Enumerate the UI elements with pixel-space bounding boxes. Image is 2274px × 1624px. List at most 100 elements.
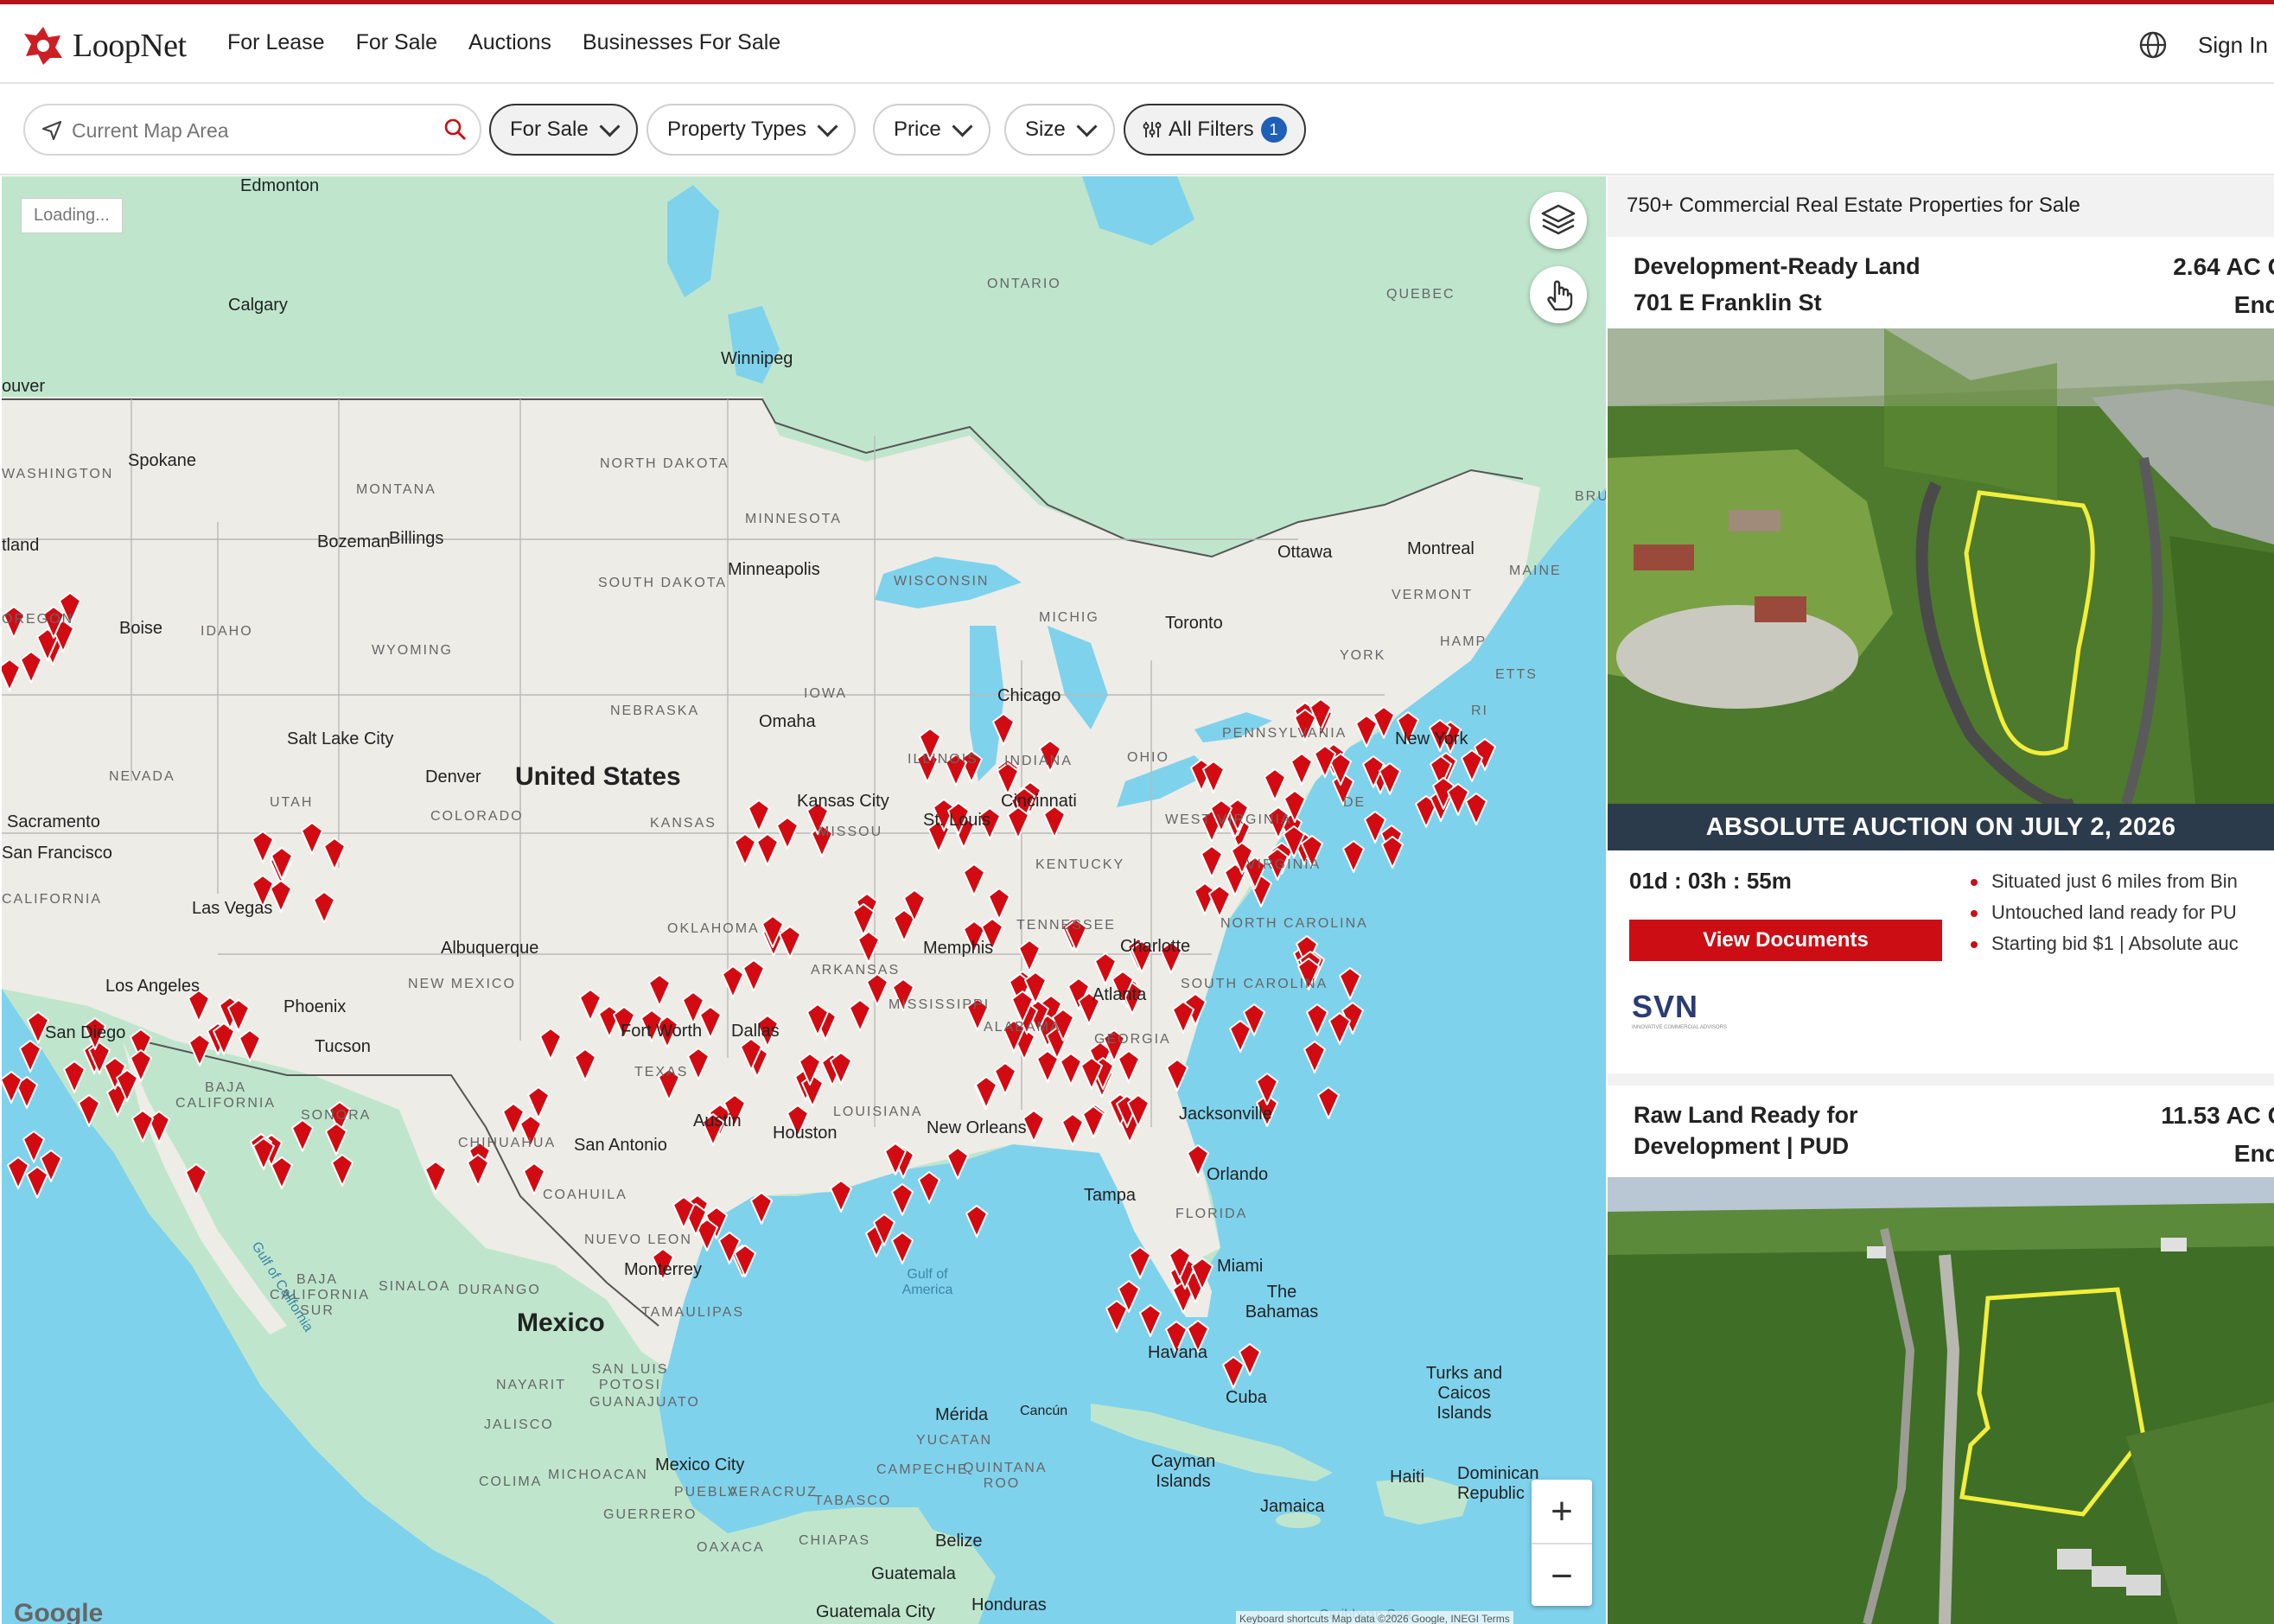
- property-marker[interactable]: [1328, 1011, 1352, 1045]
- listing-title-line2[interactable]: Development | PUD: [1634, 1129, 1849, 1163]
- property-marker[interactable]: [742, 959, 766, 993]
- property-marker[interactable]: [252, 1137, 276, 1170]
- property-marker[interactable]: [1305, 1003, 1329, 1036]
- property-marker[interactable]: [1221, 1356, 1245, 1390]
- property-marker[interactable]: [322, 837, 347, 871]
- property-marker[interactable]: [851, 902, 876, 936]
- property-marker[interactable]: [1117, 1050, 1141, 1084]
- property-marker[interactable]: [717, 1232, 742, 1265]
- property-marker[interactable]: [39, 1149, 63, 1182]
- property-marker[interactable]: [974, 1076, 998, 1110]
- property-marker[interactable]: [1446, 783, 1470, 817]
- property-marker[interactable]: [300, 821, 324, 855]
- property-marker[interactable]: [538, 1028, 563, 1061]
- property-marker[interactable]: [1228, 1020, 1252, 1054]
- property-marker[interactable]: [965, 1204, 989, 1238]
- sign-in-link[interactable]: Sign In: [2198, 32, 2268, 59]
- property-marker[interactable]: [806, 1003, 830, 1036]
- property-marker[interactable]: [987, 888, 1011, 921]
- search-box[interactable]: [23, 104, 481, 156]
- property-marker[interactable]: [330, 1153, 354, 1187]
- location-arrow-icon[interactable]: [41, 119, 63, 142]
- property-marker[interactable]: [1255, 1072, 1279, 1105]
- property-marker[interactable]: [1138, 1303, 1162, 1337]
- property-marker[interactable]: [1128, 1246, 1152, 1280]
- property-marker[interactable]: [1380, 836, 1405, 869]
- property-marker[interactable]: [672, 1195, 696, 1229]
- property-marker[interactable]: [1290, 752, 1314, 786]
- map-draw-button[interactable]: [1530, 266, 1587, 323]
- property-marker[interactable]: [1017, 939, 1041, 972]
- zoom-in-button[interactable]: +: [1532, 1480, 1592, 1544]
- property-marker[interactable]: [131, 1110, 155, 1143]
- property-marker[interactable]: [312, 890, 336, 924]
- property-marker[interactable]: [829, 1180, 853, 1213]
- property-marker[interactable]: [1117, 1280, 1141, 1314]
- property-marker[interactable]: [857, 931, 881, 965]
- nav-for-sale[interactable]: For Sale: [356, 30, 437, 55]
- size-dropdown[interactable]: Size: [1004, 104, 1115, 156]
- property-marker[interactable]: [1080, 1056, 1104, 1090]
- property-marker[interactable]: [1168, 1246, 1192, 1280]
- nav-for-lease[interactable]: For Lease: [227, 30, 325, 55]
- listing-title[interactable]: Development-Ready Land: [1634, 249, 1920, 283]
- listing-address[interactable]: 701 E Franklin St: [1634, 285, 1822, 320]
- search-icon[interactable]: [443, 118, 468, 142]
- property-marker[interactable]: [917, 1171, 941, 1205]
- property-marker[interactable]: [1010, 990, 1035, 1024]
- property-marker[interactable]: [775, 816, 799, 850]
- map-view[interactable]: Edmonton Calgary Winnipeg ouver ONTARIO …: [2, 176, 1606, 1624]
- all-filters-button[interactable]: All Filters 1: [1124, 104, 1306, 156]
- search-input[interactable]: [70, 114, 419, 147]
- property-marker[interactable]: [890, 1231, 914, 1264]
- price-dropdown[interactable]: Price: [873, 104, 990, 156]
- property-marker[interactable]: [681, 990, 705, 1024]
- property-marker[interactable]: [962, 863, 986, 897]
- listing-photo[interactable]: [1608, 1177, 2274, 1624]
- property-marker[interactable]: [77, 1093, 101, 1127]
- property-marker[interactable]: [1316, 1086, 1341, 1120]
- property-marker[interactable]: [798, 1052, 822, 1086]
- property-marker[interactable]: [251, 830, 275, 863]
- property-marker[interactable]: [991, 713, 1016, 747]
- property-marker[interactable]: [226, 998, 251, 1032]
- listing-title[interactable]: Raw Land Ready for: [1634, 1098, 1858, 1132]
- view-documents-button[interactable]: View Documents: [1629, 920, 1942, 961]
- property-marker[interactable]: [19, 651, 43, 684]
- loopnet-logo[interactable]: LoopNet: [22, 23, 187, 68]
- property-marker[interactable]: [526, 1086, 551, 1120]
- property-marker[interactable]: [238, 1029, 262, 1063]
- property-marker[interactable]: [18, 1039, 42, 1073]
- property-marker[interactable]: [778, 925, 802, 958]
- property-marker[interactable]: [829, 1051, 853, 1085]
- property-marker[interactable]: [1303, 1041, 1327, 1074]
- nav-auctions[interactable]: Auctions: [468, 30, 551, 55]
- property-marker[interactable]: [647, 974, 672, 1008]
- property-marker[interactable]: [749, 1192, 774, 1225]
- property-marker[interactable]: [573, 1048, 597, 1081]
- property-marker[interactable]: [1263, 768, 1287, 802]
- nav-businesses-for-sale[interactable]: Businesses For Sale: [583, 30, 780, 55]
- map-layers-button[interactable]: [1530, 192, 1587, 249]
- property-marker[interactable]: [946, 1146, 970, 1180]
- property-marker[interactable]: [747, 799, 771, 833]
- property-marker[interactable]: [1201, 761, 1226, 794]
- property-marker[interactable]: [1341, 839, 1366, 873]
- property-marker[interactable]: [115, 1069, 139, 1103]
- property-marker[interactable]: [1190, 1257, 1214, 1290]
- property-marker[interactable]: [1081, 1105, 1105, 1139]
- property-marker[interactable]: [290, 1119, 315, 1153]
- property-marker[interactable]: [2, 1071, 23, 1105]
- property-marker[interactable]: [902, 889, 927, 923]
- listing-card[interactable]: Development-Ready Land 701 E Franklin St…: [1608, 237, 2274, 1073]
- property-marker[interactable]: [1126, 1094, 1150, 1128]
- property-marker[interactable]: [890, 1182, 914, 1216]
- for-sale-dropdown[interactable]: For Sale: [489, 104, 638, 156]
- property-marker[interactable]: [1313, 744, 1337, 778]
- listing-photo[interactable]: [1608, 328, 2274, 804]
- property-marker[interactable]: [1171, 1001, 1195, 1035]
- broker-logo[interactable]: SVN INNOVATIVE COMMERCIAL ADVISORS: [1632, 989, 1727, 1030]
- property-marker[interactable]: [1165, 1058, 1189, 1092]
- property-marker[interactable]: [686, 1048, 710, 1081]
- zoom-out-button[interactable]: −: [1532, 1544, 1592, 1608]
